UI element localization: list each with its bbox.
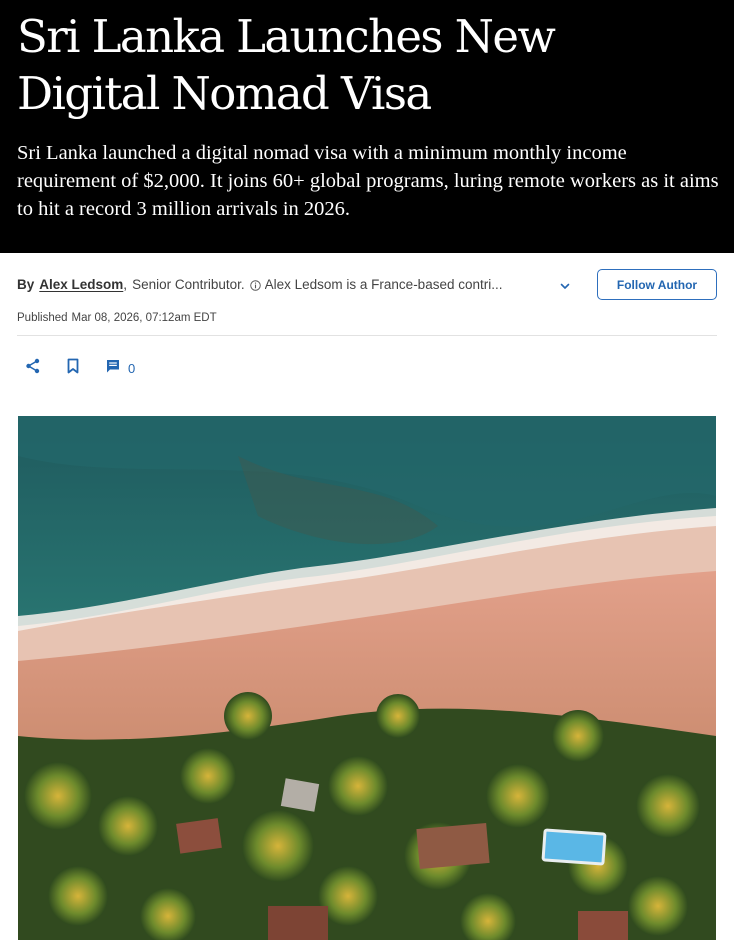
bookmark-button[interactable] <box>65 358 81 378</box>
hero-image <box>18 416 716 940</box>
published-date: Mar 08, 2026, 07:12am EDT <box>71 312 217 324</box>
share-icon <box>24 357 42 380</box>
comment-count: 0 <box>128 360 136 376</box>
comments-button[interactable]: 0 <box>105 358 135 378</box>
by-label: By <box>17 277 35 292</box>
article-header: Sri Lanka Launches New Digital Nomad Vis… <box>0 0 734 253</box>
info-icon[interactable] <box>249 279 261 291</box>
published-timestamp: Published Mar 08, 2026, 07:12am EDT <box>17 310 217 326</box>
byline: By Alex Ledsom , Senior Contributor. Ale… <box>17 276 557 294</box>
chevron-down-icon[interactable] <box>557 278 573 294</box>
author-bio: Alex Ledsom is a France-based contri... <box>264 277 503 292</box>
published-label: Published <box>17 312 68 324</box>
comment-icon <box>105 358 121 379</box>
bookmark-icon <box>65 357 81 380</box>
author-name-link[interactable]: Alex Ledsom <box>39 276 123 294</box>
follow-author-button[interactable]: Follow Author <box>597 269 717 300</box>
author-title: Senior Contributor. <box>132 277 245 292</box>
article-headline: Sri Lanka Launches New Digital Nomad Vis… <box>17 10 556 120</box>
article-dek: Sri Lanka launched a digital nomad visa … <box>17 142 719 220</box>
divider <box>17 335 717 336</box>
byline-separator: , <box>123 277 128 292</box>
share-button[interactable] <box>24 358 42 378</box>
